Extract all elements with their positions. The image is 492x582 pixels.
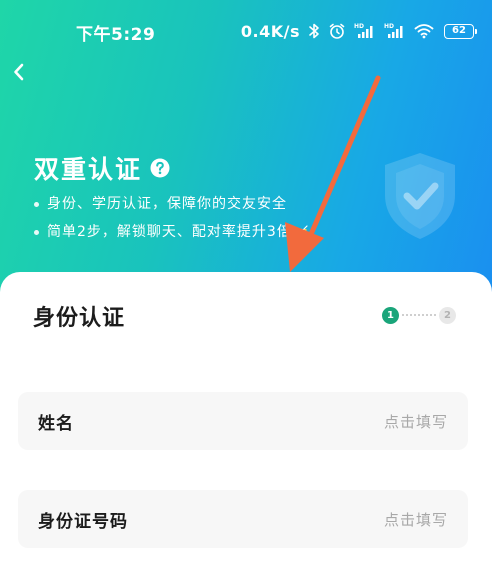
bluetooth-icon bbox=[308, 22, 320, 40]
name-field-placeholder: 点击填写 bbox=[383, 413, 448, 431]
benefit-text: 简单2步，解锁聊天、配对率提升3倍 bbox=[47, 224, 292, 240]
hd-signal-icon: HD bbox=[384, 22, 406, 40]
page-title: 双重认证 bbox=[34, 155, 143, 184]
bullet-dot bbox=[34, 201, 39, 207]
svg-text:HD: HD bbox=[384, 23, 394, 30]
shield-check-icon bbox=[380, 150, 460, 242]
id-number-field-label: 身份证号码 bbox=[38, 512, 128, 532]
step-indicator: 1 2 bbox=[382, 306, 456, 324]
battery-icon: 62 bbox=[444, 23, 477, 39]
header-banner: 下午5:29 0.4K/s HD HD 62 双重认证 身份、学历认证，保障你的… bbox=[0, 0, 492, 300]
hd-signal-icon: HD bbox=[354, 22, 376, 40]
status-icons: 0.4K/s HD HD 62 bbox=[240, 18, 477, 44]
battery-level: 62 bbox=[452, 25, 466, 36]
benefit-list: 身份、学历认证，保障你的交友安全 简单2步，解锁聊天、配对率提升3倍 bbox=[34, 190, 309, 246]
chevron-left-icon bbox=[14, 63, 24, 81]
status-bar: 下午5:29 0.4K/s HD HD 62 bbox=[0, 0, 492, 64]
chart-up-icon bbox=[295, 225, 309, 239]
step-1-indicator: 1 bbox=[382, 306, 399, 324]
network-speed: 0.4K/s bbox=[240, 21, 300, 41]
benefit-item: 身份、学历认证，保障你的交友安全 bbox=[34, 190, 309, 218]
wifi-icon bbox=[414, 23, 434, 39]
id-number-field-placeholder: 点击填写 bbox=[383, 511, 448, 529]
step-2-indicator: 2 bbox=[439, 306, 456, 324]
bullet-dot bbox=[34, 229, 39, 235]
section-title: 身份认证 bbox=[33, 306, 126, 331]
name-field-label: 姓名 bbox=[38, 414, 74, 434]
question-circle-icon[interactable] bbox=[150, 158, 170, 178]
back-button[interactable] bbox=[6, 58, 32, 86]
alarm-icon bbox=[328, 22, 346, 40]
identity-verification-card: 身份认证 1 2 姓名 点击填写 身份证号码 点击填写 bbox=[0, 272, 492, 582]
step-connector bbox=[402, 314, 436, 316]
svg-text:HD: HD bbox=[354, 23, 364, 30]
status-time: 下午5:29 bbox=[76, 25, 156, 45]
benefit-item: 简单2步，解锁聊天、配对率提升3倍 bbox=[34, 218, 309, 246]
id-number-field[interactable]: 身份证号码 点击填写 bbox=[18, 490, 468, 548]
page-title-row: 双重认证 bbox=[34, 150, 170, 186]
name-field[interactable]: 姓名 点击填写 bbox=[18, 392, 468, 450]
benefit-text: 身份、学历认证，保障你的交友安全 bbox=[47, 196, 287, 212]
